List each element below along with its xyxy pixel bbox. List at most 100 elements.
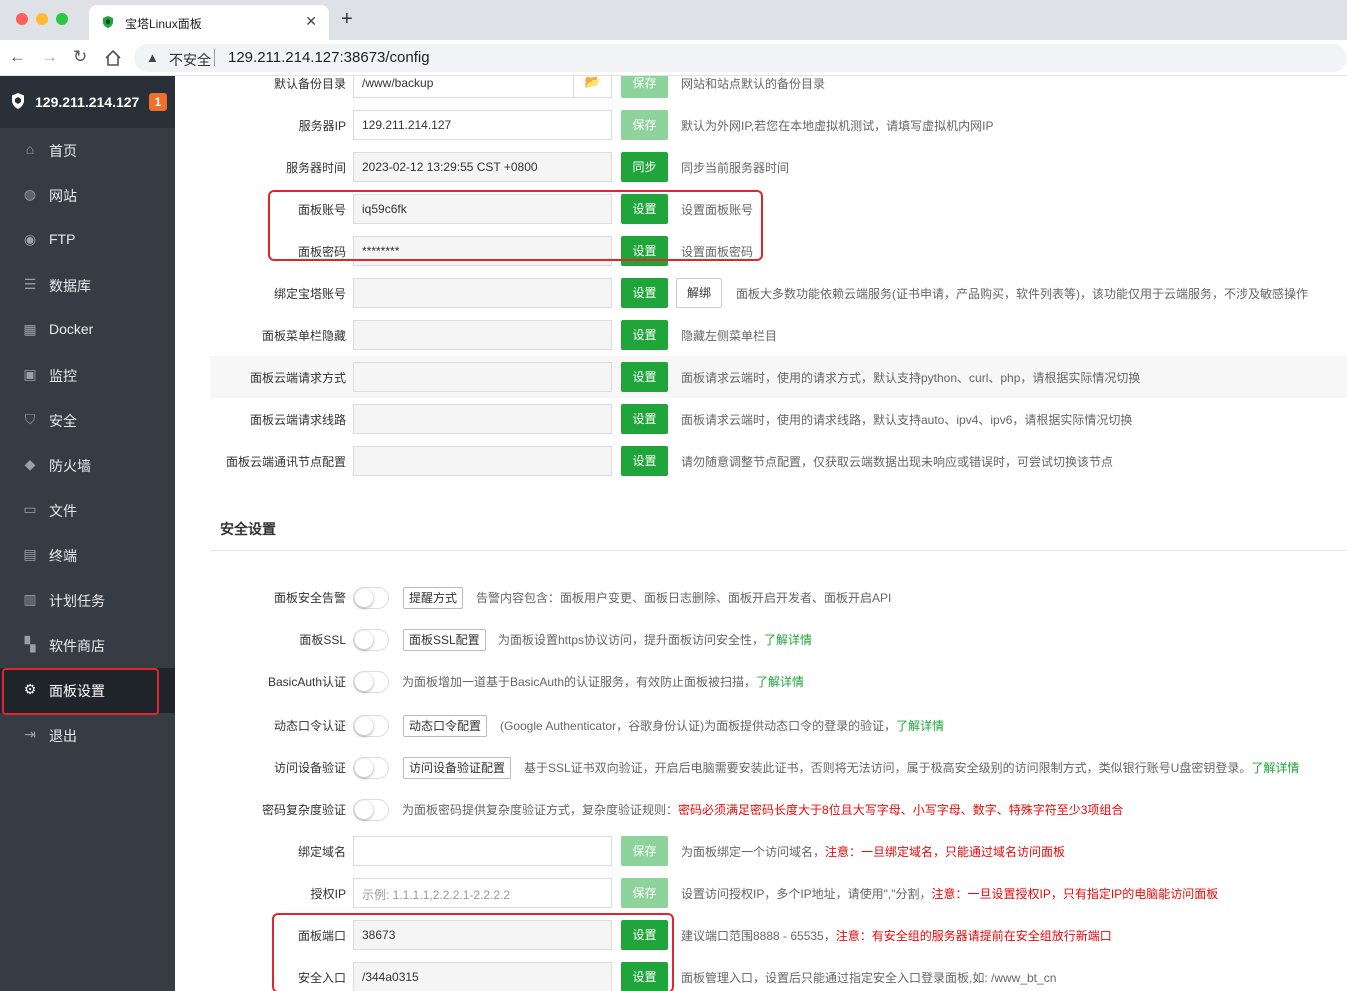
sidebar-item-website[interactable]: ◍ 网站 [0, 173, 175, 218]
sidebar-item-label: 监控 [49, 368, 77, 384]
setting-desc: 请勿随意调整节点配置，仅获取云端数据出现未响应或错误时，可尝试切换该节点 [681, 455, 1114, 469]
highlight-box [2, 668, 159, 715]
setting-desc: 面板请求云端时，使用的请求线路，默认支持auto、ipv4、ipv6，请根据实际… [681, 413, 1133, 427]
desc-text: 设置访问授权IP，多个IP地址，请使用","分割， [681, 887, 932, 901]
server-time-input[interactable]: 2023-02-12 13:29:55 CST +0800 [353, 152, 612, 182]
unbind-button[interactable]: 解绑 [676, 278, 722, 308]
alert-toggle[interactable] [353, 587, 389, 609]
setting-row-alert: 面板安全告警 提醒方式 告警内容包含：面板用户变更、面板日志删除、面板开启开发者… [210, 576, 1347, 618]
sidebar-item-label: 数据库 [49, 278, 91, 294]
save-button[interactable]: 保存 [621, 836, 668, 866]
sidebar-item-database[interactable]: ☰ 数据库 [0, 263, 175, 308]
save-button[interactable]: 保存 [621, 110, 668, 140]
highlight-box [268, 190, 763, 261]
ssl-toggle[interactable] [353, 629, 389, 651]
learn-more-link[interactable]: 了解详情 [764, 633, 812, 647]
section-title: 安全设置 [220, 521, 276, 537]
setting-desc: (Google Authenticator，谷歌身份认证)为面板提供动态口令的登… [500, 717, 944, 734]
pwd-complex-toggle[interactable] [353, 799, 389, 821]
new-tab-icon[interactable]: + [341, 9, 353, 29]
sidebar-item-label: FTP [49, 231, 76, 247]
notification-badge[interactable]: 1 [149, 93, 167, 111]
sidebar-item-label: 首页 [49, 143, 77, 159]
server-ip-input[interactable]: 129.211.214.127 [353, 110, 612, 140]
sidebar-item-label: 退出 [49, 728, 77, 744]
firewall-icon: ◆ [24, 456, 36, 472]
set-button[interactable]: 设置 [621, 446, 668, 476]
device-toggle[interactable] [353, 757, 389, 779]
auth-ip-input[interactable]: 示例: 1.1.1.1,2.2.2.1-2.2.2.2 [353, 878, 612, 908]
warning-text: 注意：一旦设置授权IP，只有指定IP的电脑能访问面板 [931, 887, 1219, 901]
hide-menu-input[interactable] [353, 320, 612, 350]
set-button[interactable]: 设置 [621, 320, 668, 350]
sidebar-item-firewall[interactable]: ◆ 防火墙 [0, 443, 175, 488]
cloud-method-input[interactable] [353, 362, 612, 392]
sidebar-item-files[interactable]: ▭ 文件 [0, 488, 175, 533]
minimize-window-icon[interactable] [36, 13, 48, 25]
setting-row-backup: 默认备份目录 /www/backup 📂 保存 网站和站点默认的备份目录 [210, 76, 1347, 104]
logout-icon: ⇥ [24, 726, 36, 742]
sidebar-item-store[interactable]: ▚ 软件商店 [0, 623, 175, 668]
set-button[interactable]: 设置 [621, 404, 668, 434]
sidebar-item-logout[interactable]: ⇥ 退出 [0, 713, 175, 758]
setting-label: 访问设备验证 [273, 761, 346, 775]
tab-close-icon[interactable]: ✕ [305, 13, 317, 30]
setting-row-bind-bt: 绑定宝塔账号 设置 解绑 面板大多数功能依赖云端服务(证书申请，产品购买，软件列… [210, 272, 1347, 314]
cloud-line-input[interactable] [353, 404, 612, 434]
setting-label: 密码复杂度验证 [261, 803, 346, 817]
apps-icon: ▚ [24, 636, 36, 652]
bt-logo-icon [12, 93, 24, 109]
home-icon: ⌂ [25, 141, 35, 157]
bind-bt-input[interactable] [353, 278, 612, 308]
folder-open-icon[interactable]: 📂 [573, 76, 612, 98]
shield-icon: ⛉ [24, 411, 36, 427]
tab-title: 宝塔Linux面板 [125, 17, 202, 31]
desc-text: 为面板密码提供复杂度验证方式，复杂度验证规则： [402, 803, 679, 817]
learn-more-link[interactable]: 了解详情 [896, 719, 944, 733]
sidebar-item-security[interactable]: ⛉ 安全 [0, 398, 175, 443]
sync-button[interactable]: 同步 [621, 152, 668, 182]
basic-auth-toggle[interactable] [353, 671, 389, 693]
sidebar-item-home[interactable]: ⌂ 首页 [0, 128, 175, 173]
reload-icon[interactable]: ↻ [73, 47, 87, 67]
terminal-icon: ▤ [23, 546, 37, 562]
save-button[interactable]: 保存 [621, 878, 668, 908]
sidebar-item-ftp[interactable]: ◉ FTP [0, 218, 175, 263]
browser-tab[interactable]: 宝塔Linux面板 ✕ [89, 5, 329, 40]
maximize-window-icon[interactable] [56, 13, 68, 25]
setting-row-auth-ip: 授权IP 示例: 1.1.1.1,2.2.2.1-2.2.2.2 保存 设置访问… [210, 872, 1347, 914]
setting-row-cloud-line: 面板云端请求线路 设置 面板请求云端时，使用的请求线路，默认支持auto、ipv… [210, 398, 1347, 440]
home-nav-icon[interactable] [104, 49, 122, 67]
forward-icon[interactable]: → [41, 47, 58, 67]
save-button[interactable]: 保存 [621, 76, 668, 98]
otp-toggle[interactable] [353, 715, 389, 737]
sidebar-item-terminal[interactable]: ▤ 终端 [0, 533, 175, 578]
setting-desc: 同步当前服务器时间 [681, 161, 790, 175]
bind-domain-input[interactable] [353, 836, 612, 866]
sidebar-item-monitor[interactable]: ▣ 监控 [0, 353, 175, 398]
set-button[interactable]: 设置 [621, 362, 668, 392]
close-window-icon[interactable] [16, 13, 28, 25]
warning-icon[interactable]: ▲ [146, 50, 159, 65]
back-icon[interactable]: ← [9, 47, 26, 67]
monitor-icon: ▣ [23, 366, 37, 382]
learn-more-link[interactable]: 了解详情 [1251, 761, 1299, 775]
learn-more-link[interactable]: 了解详情 [756, 675, 804, 689]
sidebar-item-cron[interactable]: ▥ 计划任务 [0, 578, 175, 623]
cloud-node-input[interactable] [353, 446, 612, 476]
setting-label: BasicAuth认证 [267, 675, 346, 689]
otp-config-button[interactable]: 动态口令配置 [403, 715, 488, 737]
set-button[interactable]: 设置 [621, 278, 668, 308]
sidebar-item-docker[interactable]: ▦ Docker [0, 308, 175, 353]
setting-desc: 建议端口范围8888 - 65535，注意：有安全组的服务器请提前在安全组放行新… [681, 927, 1112, 944]
alert-method-button[interactable]: 提醒方式 [403, 587, 464, 609]
setting-desc: 面板请求云端时，使用的请求方式，默认支持python、curl、php，请根据实… [681, 371, 1141, 385]
insecure-label[interactable]: 不安全 [169, 50, 211, 70]
ssl-config-button[interactable]: 面板SSL配置 [403, 629, 486, 651]
sidebar-item-label: 软件商店 [49, 638, 105, 654]
url-field[interactable]: ▲ 不安全 129.211.214.127:38673/config [134, 44, 1347, 72]
url-text[interactable]: 129.211.214.127:38673/config [228, 49, 430, 66]
setting-label: 面板SSL [299, 633, 346, 647]
setting-row-hide-menu: 面板菜单栏隐藏 设置 隐藏左侧菜单栏目 [210, 314, 1347, 356]
device-config-button[interactable]: 访问设备验证配置 [403, 757, 512, 779]
